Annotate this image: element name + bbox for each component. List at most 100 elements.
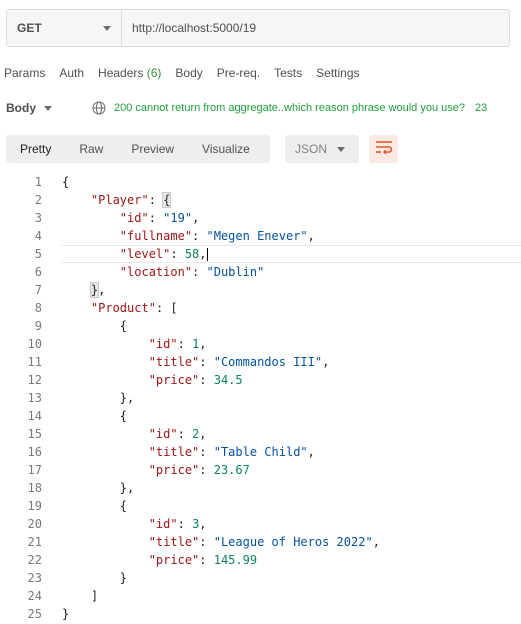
globe-icon (92, 101, 106, 115)
json-key: "price" (148, 463, 200, 477)
line-number: 23 (27, 571, 42, 585)
code-line: 4 "fullname": "Megen Enever", (0, 227, 521, 245)
line-number: 13 (27, 391, 42, 405)
brace: { (119, 409, 128, 423)
response-header-row: Body 200 cannot return from aggregate..w… (6, 98, 521, 118)
code-line: 3 "id": "19", (0, 209, 521, 227)
json-key: "title" (148, 445, 200, 459)
tab-headers-label: Headers (98, 66, 144, 80)
json-value: "Megen Enever" (206, 229, 308, 243)
brace: { (162, 192, 172, 208)
line-number: 4 (34, 229, 42, 243)
wrap-lines-button[interactable] (369, 135, 398, 163)
line-number: 20 (27, 517, 42, 531)
line-number: 16 (27, 445, 42, 459)
code-line: 25} (0, 605, 521, 623)
tab-settings[interactable]: Settings (316, 66, 359, 80)
json-key: "id" (148, 337, 178, 351)
code-line: 19 { (0, 497, 521, 515)
text-cursor (206, 248, 208, 261)
code-line: 18 }, (0, 479, 521, 497)
json-key: "price" (148, 553, 200, 567)
line-number: 9 (34, 319, 42, 333)
brace: } (119, 571, 128, 585)
tab-body[interactable]: Body (175, 66, 202, 80)
tab-auth[interactable]: Auth (59, 66, 84, 80)
code-line: 15 "id": 2, (0, 425, 521, 443)
json-value: "League of Heros 2022" (213, 535, 373, 549)
code-line: 13 }, (0, 389, 521, 407)
line-number: 22 (27, 553, 42, 567)
json-value: "19" (163, 211, 193, 225)
brace: } (119, 481, 128, 495)
view-tab-preview[interactable]: Preview (117, 135, 188, 163)
url-text: http://localhost:5000/19 (132, 21, 257, 35)
line-number: 5 (34, 247, 42, 261)
json-value: 1 (192, 337, 200, 351)
format-label: JSON (295, 142, 328, 156)
code-line: 8 "Product": [ (0, 299, 521, 317)
code-line: 16 "title": "Table Child", (0, 443, 521, 461)
line-number: 18 (27, 481, 42, 495)
response-body-select[interactable]: Body (6, 101, 52, 115)
tab-headers[interactable]: Headers (6) (98, 66, 161, 80)
code-line: 11 "title": "Commandos III", (0, 353, 521, 371)
code-line: 7 }, (0, 281, 521, 299)
view-tab-pretty[interactable]: Pretty (6, 135, 65, 163)
request-tabs: Params Auth Headers (6) Body Pre-req. Te… (4, 66, 374, 80)
line-number: 1 (34, 175, 42, 189)
brace: { (119, 319, 128, 333)
code-line-current: 5 "level": 58, (35, 245, 521, 263)
line-number: 10 (27, 337, 42, 351)
code-line: 21 "title": "League of Heros 2022", (0, 533, 521, 551)
code-line: 10 "id": 1, (0, 335, 521, 353)
code-line: 23 } (0, 569, 521, 587)
http-method-select[interactable]: GET (7, 10, 122, 46)
line-number: 21 (27, 535, 42, 549)
json-value: 58 (184, 247, 200, 261)
line-number: 8 (34, 301, 42, 315)
response-body-editor[interactable]: 1{ 2 "Player": { 3 "id": "19", 4 "fullna… (0, 173, 521, 623)
code-line: 2 "Player": { (0, 191, 521, 209)
status-text: 200 cannot return from aggregate..which … (114, 102, 465, 114)
http-method-label: GET (17, 21, 42, 35)
json-value: 145.99 (213, 553, 258, 567)
headers-count-badge: (6) (146, 66, 162, 80)
tab-prereq[interactable]: Pre-req. (217, 66, 260, 80)
json-key: "id" (148, 517, 178, 531)
brace: } (62, 607, 70, 621)
code-line: 6 "location": "Dublin" (0, 263, 521, 281)
brace: } (89, 282, 100, 298)
code-line: 14 { (0, 407, 521, 425)
json-key: "Player" (90, 193, 149, 207)
line-number: 17 (27, 463, 42, 477)
code-line: 9 { (0, 317, 521, 335)
brace: { (62, 175, 70, 189)
json-key: "id" (148, 427, 178, 441)
request-url-bar: GET http://localhost:5000/19 (6, 9, 510, 47)
json-value: "Commandos III" (213, 355, 323, 369)
line-number: 14 (27, 409, 42, 423)
line-number: 2 (34, 193, 42, 207)
tab-tests[interactable]: Tests (274, 66, 302, 80)
json-key: "price" (148, 373, 200, 387)
json-value: 34.5 (213, 373, 243, 387)
view-tab-raw[interactable]: Raw (65, 135, 117, 163)
chevron-down-icon (44, 105, 52, 111)
code-line: 1{ (0, 173, 521, 191)
line-number: 12 (27, 373, 42, 387)
view-tab-visualize[interactable]: Visualize (188, 135, 264, 163)
line-number: 6 (34, 265, 42, 279)
json-value: "Dublin" (206, 265, 265, 279)
brace: } (119, 391, 128, 405)
json-key: "id" (119, 211, 149, 225)
tab-params[interactable]: Params (4, 66, 45, 80)
json-key: "location" (119, 265, 193, 279)
url-input[interactable]: http://localhost:5000/19 (122, 10, 509, 46)
json-value: 3 (192, 517, 200, 531)
json-value: 2 (192, 427, 200, 441)
json-key: "level" (119, 247, 171, 261)
format-select[interactable]: JSON (285, 135, 359, 163)
chevron-down-icon (337, 147, 345, 152)
json-key: "title" (148, 535, 200, 549)
